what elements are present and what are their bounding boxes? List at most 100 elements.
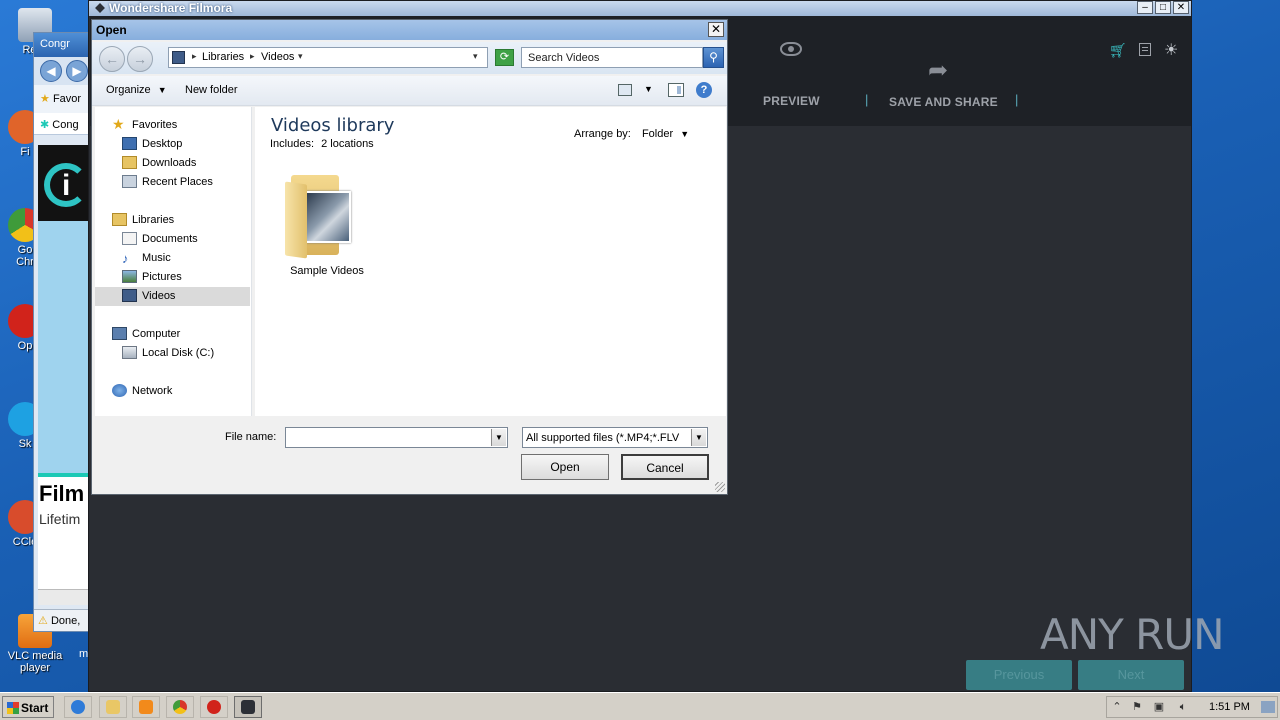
ie-horizontal-scrollbar[interactable] [38, 589, 90, 605]
nav-documents[interactable]: Documents [95, 230, 250, 249]
organize-menu[interactable]: Organize ▼ [106, 84, 167, 96]
breadcrumb-chevron-icon[interactable]: ▾ [298, 51, 303, 62]
previous-button[interactable]: Previous [966, 660, 1072, 690]
nav-libraries-label: Libraries [132, 214, 175, 226]
filmora-title-bar: Wondershare Filmora – □ ✕ [89, 1, 1191, 16]
taskbar-opera[interactable] [200, 696, 228, 718]
taskbar-chrome[interactable] [166, 696, 194, 718]
share-arrow-icon[interactable]: ➦ [928, 56, 948, 85]
file-type-select[interactable]: All supported files (*.MP4;*.FLV ▼ [522, 427, 708, 448]
start-button[interactable]: Start [2, 696, 54, 718]
nav-pictures[interactable]: Pictures [95, 268, 250, 287]
maximize-button[interactable]: □ [1155, 1, 1171, 14]
arrange-by-dropdown[interactable]: Folder ▼ [642, 128, 689, 140]
taskbar-internet-explorer[interactable] [64, 696, 92, 718]
chevron-down-icon[interactable]: ▼ [491, 429, 506, 446]
volume-icon[interactable]: 🔈︎ [1177, 701, 1189, 713]
libraries-icon [112, 213, 127, 226]
new-folder-button[interactable]: New folder [185, 84, 238, 96]
nav-network-label: Network [132, 385, 173, 397]
show-hidden-icons-icon[interactable]: ⌃ [1111, 701, 1123, 713]
file-name-input[interactable]: ▼ [285, 427, 508, 448]
network-icon[interactable]: ▣ [1153, 701, 1165, 713]
ie-favorites-bar[interactable]: ★ Favor [34, 85, 92, 113]
taskbar-explorer[interactable] [99, 696, 127, 718]
nav-local-disk[interactable]: Local Disk (C:) [95, 344, 250, 363]
arrange-by-value: Folder [641, 128, 674, 140]
downloads-icon [122, 156, 137, 169]
ie-tab-label: Cong [52, 119, 79, 131]
nav-music[interactable]: ♪ Music [95, 249, 250, 268]
resize-grip-icon[interactable] [715, 482, 725, 492]
navigation-pane: ★ Favorites Desktop Downloads Recent Pla… [95, 107, 252, 416]
taskbar-filmora[interactable] [234, 696, 262, 718]
menu-icon[interactable] [1139, 43, 1151, 56]
ie-tab[interactable]: ✱ Cong [34, 113, 92, 135]
promo-subheading: Lifetim [39, 511, 81, 527]
breadcrumb-videos[interactable]: Videos [261, 51, 294, 63]
eye-icon[interactable] [780, 42, 802, 56]
network-icon [112, 384, 127, 397]
taskbar-media-player[interactable] [132, 696, 160, 718]
address-dropdown-icon[interactable]: ▾ [473, 51, 478, 62]
internet-explorer-window[interactable]: Congr ◀ ▶ ★ Favor ✱ Cong i Film Lifetim … [33, 32, 93, 632]
nav-libraries[interactable]: Libraries [95, 211, 250, 230]
desktop-icon-label: Op [17, 340, 33, 352]
includes-locations-link[interactable]: 2 locations [321, 138, 374, 150]
help-icon[interactable]: ? [696, 82, 712, 98]
flag-icon[interactable]: ⚑ [1131, 701, 1143, 713]
search-input[interactable]: Search Videos [521, 47, 703, 68]
back-arrow-icon[interactable]: ← [99, 46, 125, 72]
forward-arrow-icon[interactable]: → [127, 46, 153, 72]
promo-banner: i [38, 145, 90, 221]
taskbar: Start ⌃ ⚑ ▣ 🔈︎ 1:51 PM [0, 692, 1280, 720]
breadcrumb-libraries[interactable]: Libraries [202, 51, 244, 63]
cart-icon[interactable]: 🛒︎ [1109, 42, 1127, 58]
chrome-icon [173, 700, 187, 714]
nav-recent-places[interactable]: Recent Places [95, 173, 250, 192]
chevron-down-icon[interactable]: ▼ [691, 429, 706, 446]
refresh-icon[interactable]: ⟳ [495, 49, 514, 66]
minimize-button[interactable]: – [1137, 1, 1153, 14]
internet-explorer-icon [71, 700, 85, 714]
open-button[interactable]: Open [521, 454, 609, 480]
arrange-by-label: Arrange by: [574, 128, 631, 140]
dialog-title-bar: Open ✕ [92, 20, 727, 40]
next-button[interactable]: Next [1078, 660, 1184, 690]
nav-favorites[interactable]: ★ Favorites [95, 116, 250, 135]
nav-computer[interactable]: Computer [95, 325, 250, 344]
view-options-chevron-icon[interactable]: ▼ [644, 84, 653, 94]
dialog-close-button[interactable]: ✕ [708, 22, 724, 37]
nav-pictures-label: Pictures [142, 271, 182, 283]
nav-desktop[interactable]: Desktop [95, 135, 250, 154]
breadcrumb-chevron-icon[interactable]: ▸ [192, 51, 197, 62]
cancel-button[interactable]: Cancel [621, 454, 709, 480]
change-view-icon[interactable] [618, 84, 632, 96]
save-and-share-tab[interactable]: SAVE AND SHARE [889, 95, 998, 109]
close-button[interactable]: ✕ [1173, 1, 1189, 14]
watermark-logo: ANY RUN [1040, 610, 1224, 659]
preview-tab[interactable]: PREVIEW [763, 94, 820, 108]
folder-item-sample-videos[interactable]: Sample Videos [277, 167, 364, 287]
breadcrumb-chevron-icon[interactable]: ▸ [250, 51, 255, 62]
ie-forward-icon[interactable]: ▶ [66, 60, 88, 82]
logo-letter: i [62, 169, 71, 202]
preview-pane-icon[interactable] [668, 83, 684, 97]
search-icon[interactable]: ⚲ [703, 47, 724, 68]
address-bar[interactable]: ▸ Libraries ▸ Videos ▾ ▾ [168, 47, 488, 68]
folder-name: Sample Videos [290, 265, 364, 277]
nav-music-label: Music [142, 252, 171, 264]
nav-network[interactable]: Network [95, 382, 250, 401]
start-label: Start [21, 701, 49, 715]
nav-downloads[interactable]: Downloads [95, 154, 250, 173]
brightness-icon[interactable]: ☀ [1164, 40, 1178, 60]
system-tray: ⌃ ⚑ ▣ 🔈︎ 1:51 PM [1106, 696, 1278, 718]
nav-videos[interactable]: Videos [95, 287, 250, 306]
dialog-command-bar: Organize ▼ New folder ▼ ? [92, 76, 727, 106]
library-title: Videos library [271, 115, 395, 136]
show-desktop-icon[interactable] [1261, 701, 1275, 713]
ie-back-icon[interactable]: ◀ [40, 60, 62, 82]
desktop-icon-label: VLC media player [7, 650, 63, 674]
folder-front [285, 181, 307, 259]
clock[interactable]: 1:51 PM [1209, 701, 1250, 713]
